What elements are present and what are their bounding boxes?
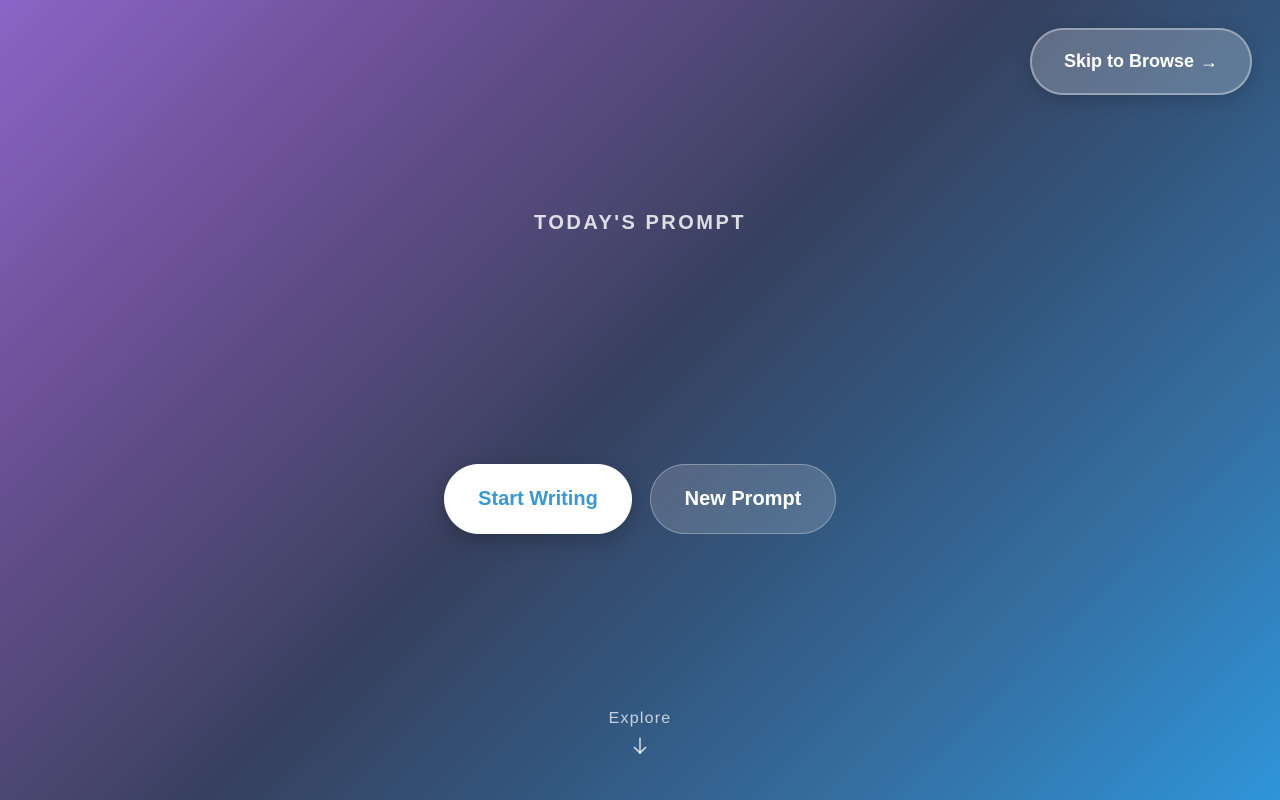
explore-link[interactable]: Explore xyxy=(590,710,690,756)
action-buttons: Start Writing New Prompt xyxy=(444,464,836,534)
skip-to-browse-button[interactable]: Skip to Browse → xyxy=(1030,28,1252,95)
explore-label: Explore xyxy=(608,710,672,727)
new-prompt-button[interactable]: New Prompt xyxy=(650,464,836,534)
skip-to-browse-label: Skip to Browse xyxy=(1063,51,1195,71)
arrow-right-icon: → xyxy=(1200,51,1219,72)
start-writing-button[interactable]: Start Writing xyxy=(444,464,632,534)
todays-prompt-heading: TODAY'S PROMPT xyxy=(533,212,746,234)
arrow-down-icon xyxy=(633,737,647,754)
